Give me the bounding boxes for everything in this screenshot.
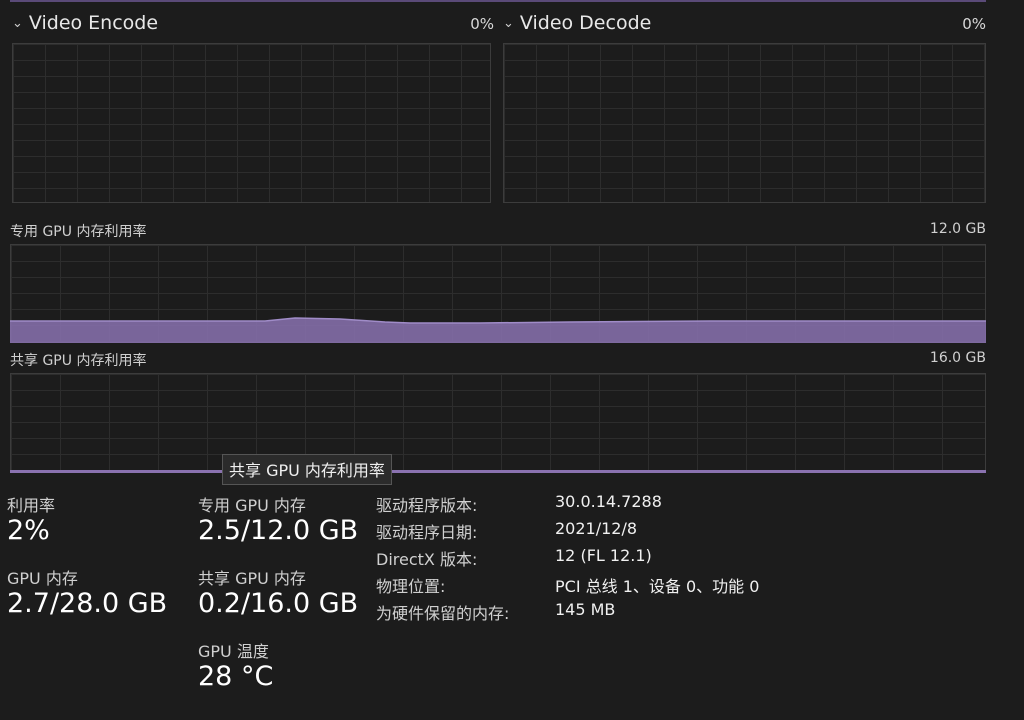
shared-memory-chart-title: 共享 GPU 内存利用率 <box>10 353 147 369</box>
shared-memory-value: 0.2/16.0 GB <box>198 588 359 619</box>
gpu-temperature-value: 28 °C <box>198 661 274 692</box>
hardware-reserved-memory-value: 145 MB <box>555 600 616 619</box>
dedicated-memory-area <box>10 317 986 343</box>
directx-version-value: 12 (FL 12.1) <box>555 546 652 565</box>
shared-memory-graph <box>10 373 986 473</box>
video-encode-title[interactable]: ⌄ Video Encode <box>12 12 158 34</box>
physical-location-value: PCI 总线 1、设备 0、功能 0 <box>555 577 760 596</box>
gpu-temperature-label: GPU 温度 <box>198 642 269 661</box>
video-decode-percent: 0% <box>962 15 986 33</box>
video-decode-title[interactable]: ⌄ Video Decode <box>503 12 651 34</box>
utilization-label: 利用率 <box>7 496 56 515</box>
video-decode-label: Video Decode <box>519 12 652 34</box>
video-encode-graph <box>12 43 491 203</box>
driver-date-value: 2021/12/8 <box>555 519 638 538</box>
utilization-value: 2% <box>7 515 50 546</box>
dedicated-memory-value: 2.5/12.0 GB <box>198 515 359 546</box>
dedicated-memory-label: 专用 GPU 内存 <box>198 496 306 515</box>
gpu-memory-label: GPU 内存 <box>7 569 78 588</box>
dedicated-memory-chart-title: 专用 GPU 内存利用率 <box>10 224 147 240</box>
shared-memory-fill <box>10 470 986 473</box>
dedicated-memory-chart-max: 12.0 GB <box>929 221 986 237</box>
directx-version-key: DirectX 版本: <box>376 550 478 569</box>
video-encode-label: Video Encode <box>28 12 159 34</box>
driver-version-value: 30.0.14.7288 <box>555 492 662 511</box>
video-decode-graph <box>503 43 986 203</box>
driver-version-key: 驱动程序版本: <box>376 496 478 515</box>
gpu-memory-value: 2.7/28.0 GB <box>7 588 168 619</box>
dedicated-memory-graph <box>10 244 986 343</box>
tooltip: 共享 GPU 内存利用率 <box>222 454 392 485</box>
physical-location-key: 物理位置: <box>376 577 446 596</box>
video-encode-percent: 0% <box>470 15 494 33</box>
previous-graph-edge <box>10 0 986 2</box>
driver-date-key: 驱动程序日期: <box>376 523 478 542</box>
chevron-down-icon[interactable]: ⌄ <box>12 16 23 31</box>
shared-memory-area <box>10 470 986 473</box>
chevron-down-icon[interactable]: ⌄ <box>503 16 514 31</box>
shared-memory-chart-max: 16.0 GB <box>929 350 986 366</box>
hardware-reserved-memory-key: 为硬件保留的内存: <box>376 604 510 623</box>
shared-memory-label: 共享 GPU 内存 <box>198 569 306 588</box>
